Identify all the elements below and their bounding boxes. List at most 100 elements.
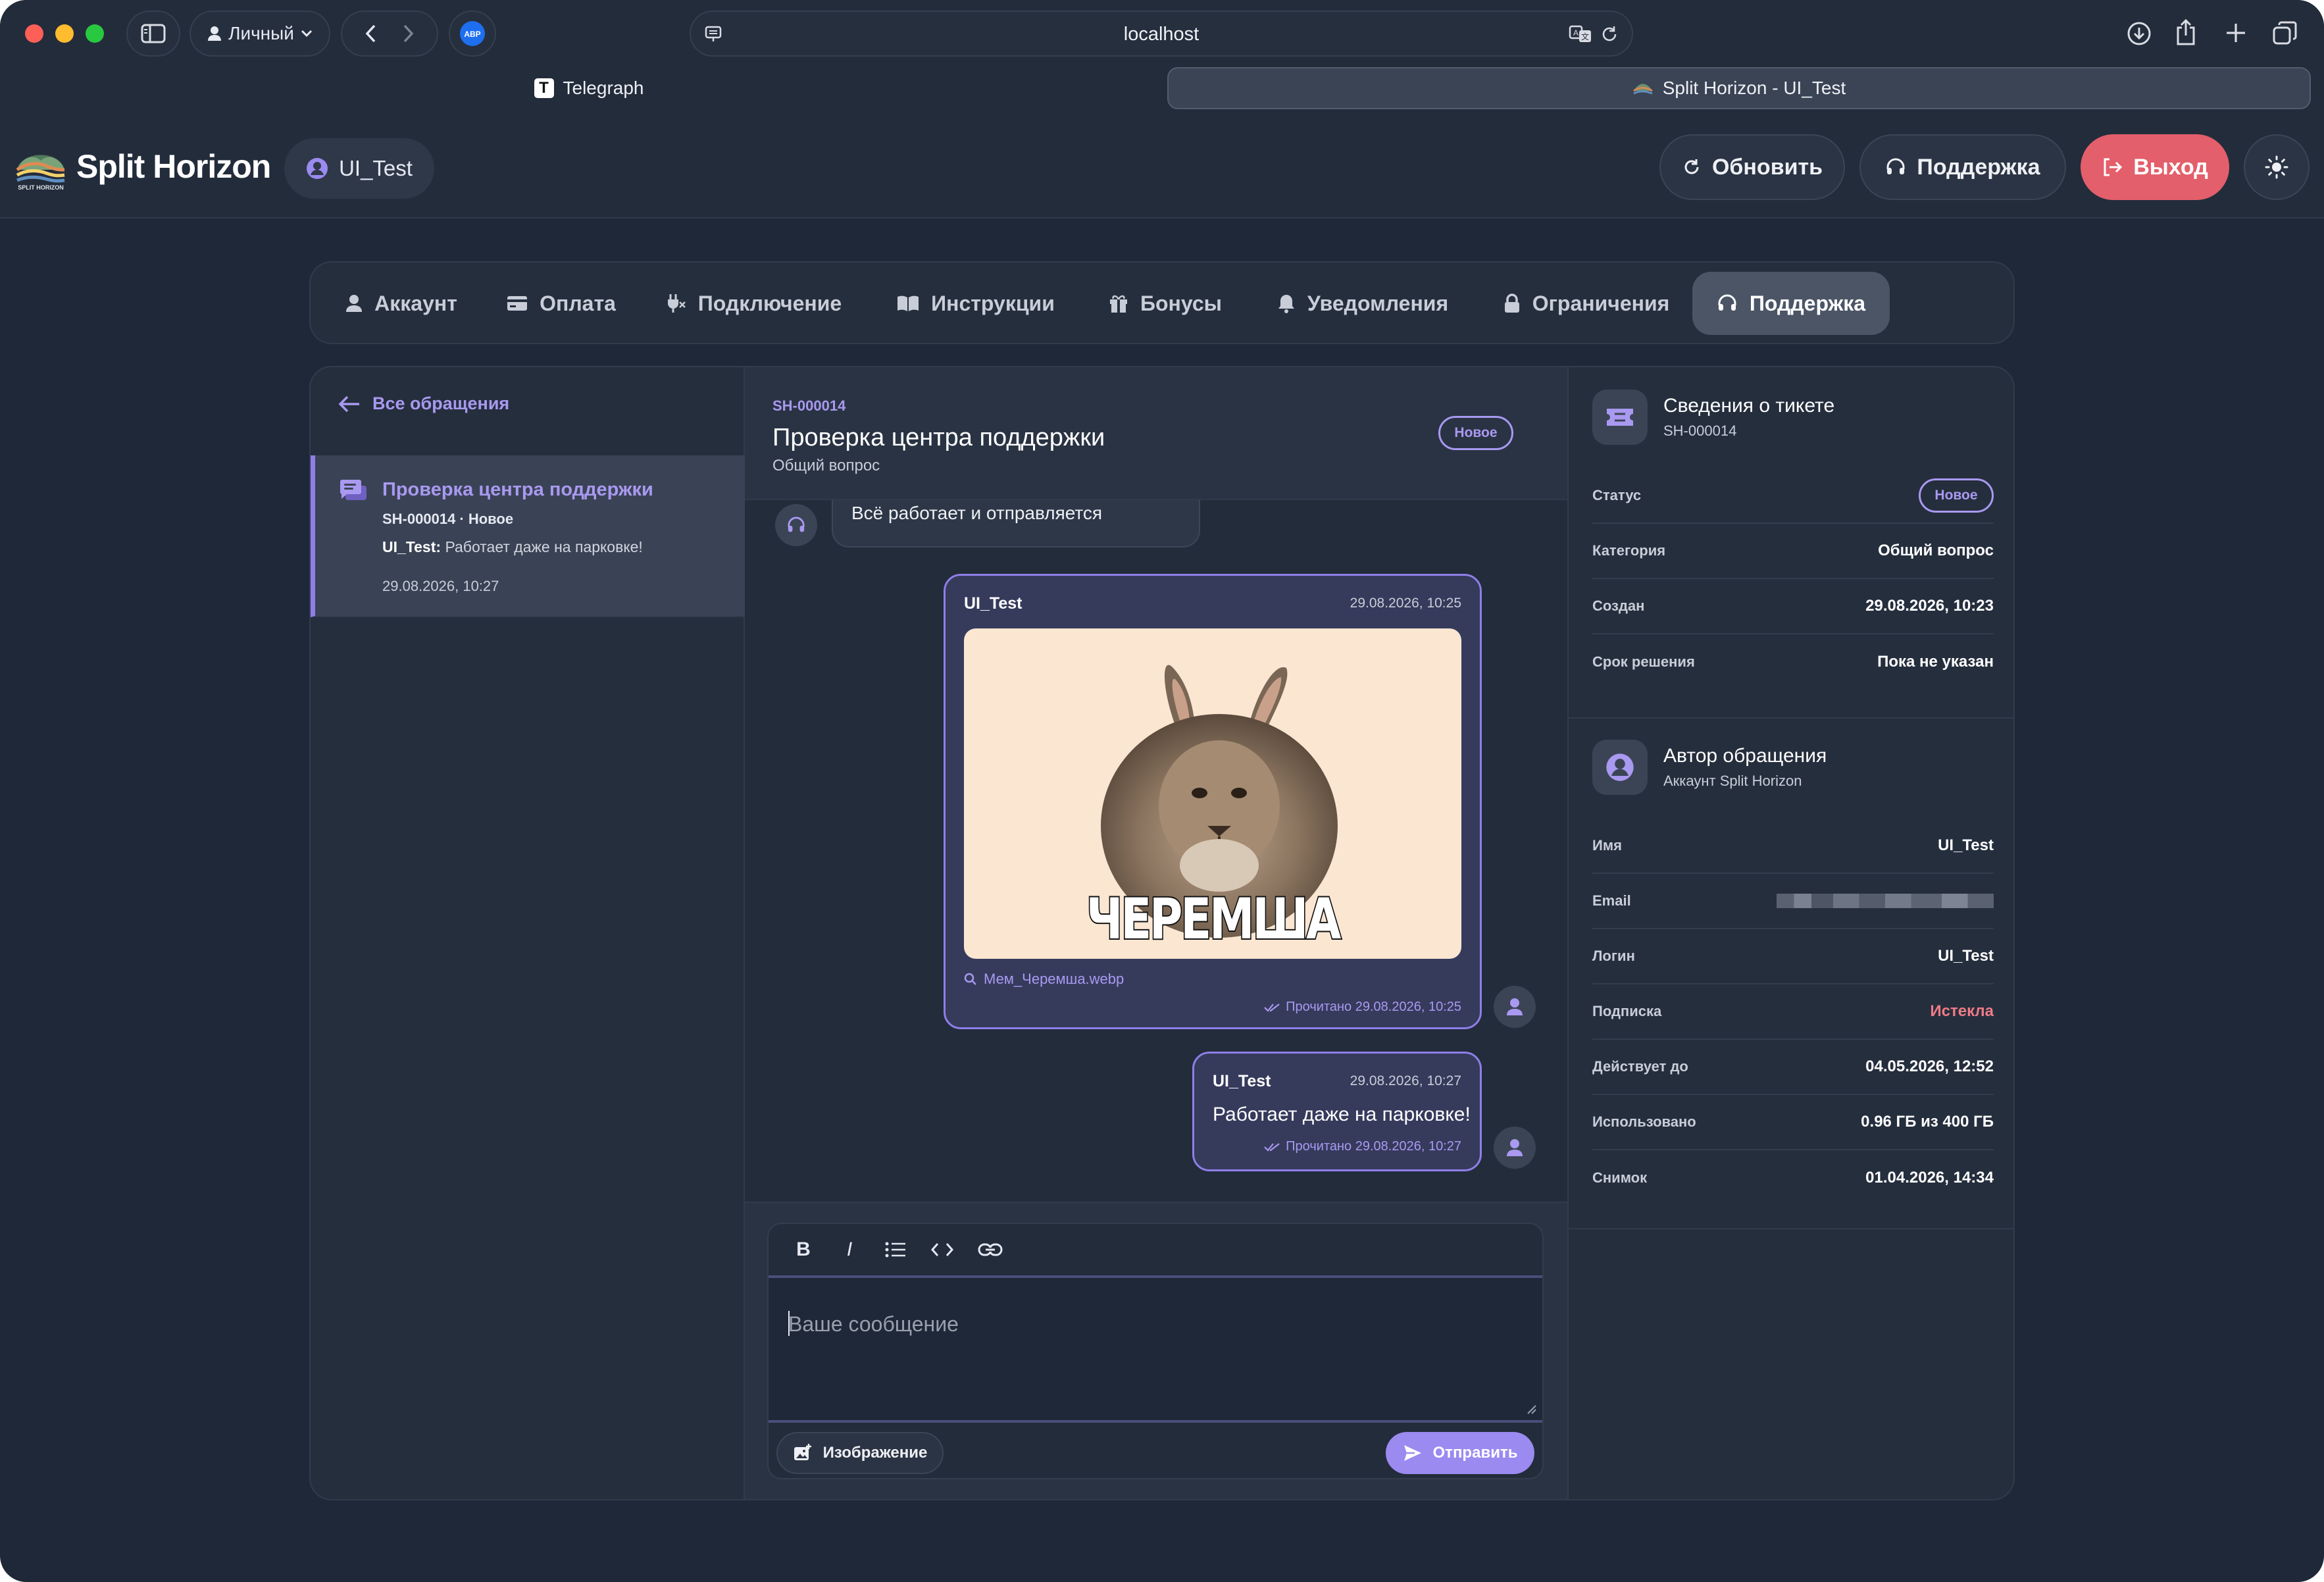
headset-icon bbox=[1718, 294, 1736, 311]
status-badge: Новое bbox=[1919, 478, 1994, 513]
tab-label: Бонусы bbox=[1140, 291, 1222, 315]
support-panel: Все обращения Проверка центра поддержки … bbox=[309, 366, 2015, 1500]
email-redacted bbox=[1777, 894, 1994, 908]
arrow-left-icon bbox=[338, 396, 359, 412]
tab-restrictions[interactable]: Ограничения bbox=[1496, 272, 1677, 335]
tab-label: Инструкции bbox=[931, 291, 1055, 315]
brand-logo[interactable]: SPLIT HORIZON bbox=[14, 141, 67, 191]
author-value: UI_Test bbox=[1938, 947, 1994, 965]
detail-key: Создан bbox=[1592, 598, 1645, 614]
author-value: 04.05.2026, 12:52 bbox=[1865, 1058, 1994, 1075]
adblock-extension-button[interactable]: ABP bbox=[449, 11, 496, 57]
user-icon bbox=[1507, 998, 1523, 1015]
profile-label: Личный bbox=[228, 23, 294, 43]
attach-image-label: Изображение bbox=[822, 1444, 928, 1462]
tab-support[interactable]: Поддержка bbox=[1692, 272, 1890, 335]
tab-instructions[interactable]: Инструкции bbox=[890, 272, 1062, 335]
chat-column: Всё работает и отправляется UI_Test 29.0… bbox=[745, 367, 1567, 1499]
italic-button[interactable]: I bbox=[838, 1238, 861, 1261]
attachment-file-link[interactable]: Мем_Черемша.webp bbox=[964, 971, 1124, 988]
logout-button[interactable]: Выход bbox=[2081, 134, 2229, 200]
forward-arrow-icon[interactable] bbox=[403, 24, 415, 43]
bold-button[interactable]: B bbox=[792, 1238, 815, 1261]
plug-icon bbox=[667, 294, 686, 313]
share-icon[interactable] bbox=[2175, 18, 2196, 46]
author-key: Подписка bbox=[1592, 1003, 1662, 1019]
tab-payment[interactable]: Оплата bbox=[505, 272, 617, 335]
list-icon[interactable] bbox=[884, 1240, 907, 1259]
user-badge[interactable]: UI_Test bbox=[284, 138, 434, 199]
send-button[interactable]: Отправить bbox=[1386, 1432, 1534, 1474]
browser-chrome: Личный ABP localhost A文 T Telegraph Spli… bbox=[0, 0, 2324, 115]
support-avatar bbox=[775, 504, 817, 546]
outgoing-message-text: UI_Test 29.08.2026, 10:27 Работает даже … bbox=[1192, 1052, 1482, 1171]
translate-icon[interactable]: A文 bbox=[1569, 24, 1594, 44]
refresh-button[interactable]: Обновить bbox=[1659, 134, 1845, 200]
tab-account[interactable]: Аккаунт bbox=[337, 272, 466, 335]
resize-grip-icon[interactable] bbox=[1524, 1402, 1537, 1415]
author-row: Имя UI_Test bbox=[1592, 819, 1994, 874]
address-bar[interactable]: localhost A文 bbox=[690, 11, 1633, 57]
book-icon bbox=[897, 295, 919, 311]
author-value: UI_Test bbox=[1938, 836, 1994, 854]
author-key: Имя bbox=[1592, 837, 1622, 854]
user-circle-icon bbox=[307, 158, 328, 179]
ticket-list-item[interactable]: Проверка центра поддержки SH-000014 · Но… bbox=[311, 455, 745, 617]
downloads-icon[interactable] bbox=[2127, 21, 2152, 46]
sun-icon bbox=[2265, 155, 2288, 179]
author-row: Действует до 04.05.2026, 12:52 bbox=[1592, 1040, 1994, 1095]
code-icon[interactable] bbox=[930, 1241, 954, 1258]
ticket-title: Проверка центра поддержки bbox=[382, 479, 653, 500]
lock-icon bbox=[1504, 293, 1519, 313]
minimize-window-button[interactable] bbox=[55, 24, 74, 43]
message-text: Работает даже на парковке! bbox=[1213, 1104, 1471, 1125]
read-receipt-text: Прочитано 29.08.2026, 10:27 bbox=[1286, 1139, 1461, 1154]
back-arrow-icon[interactable] bbox=[365, 24, 376, 43]
svg-text:ABP: ABP bbox=[464, 30, 480, 39]
ticket-last-message: UI_Test: Работает даже на парковке! bbox=[382, 538, 643, 556]
svg-text:A: A bbox=[1573, 28, 1579, 38]
tab-connection[interactable]: Подключение bbox=[658, 272, 849, 335]
link-icon[interactable] bbox=[978, 1242, 1003, 1258]
ticket-list-column: Все обращения Проверка центра поддержки … bbox=[311, 367, 745, 1499]
ticket-category: Общий вопрос bbox=[772, 457, 880, 474]
main-nav: Аккаунт Оплата Подключение Инструкции Бо… bbox=[309, 261, 2015, 344]
detail-key: Срок решения bbox=[1592, 653, 1695, 670]
zoom-icon bbox=[964, 973, 976, 985]
read-receipt-text: Прочитано 29.08.2026, 10:25 bbox=[1286, 1000, 1461, 1014]
attach-image-button[interactable]: Изображение bbox=[776, 1432, 944, 1474]
tab-bonuses[interactable]: Бонусы bbox=[1103, 272, 1228, 335]
ticket-id: SH-000014 bbox=[772, 397, 846, 414]
author-key: Email bbox=[1592, 892, 1631, 909]
ticket-title: Проверка центра поддержки bbox=[772, 424, 1105, 451]
meme-image[interactable]: ЧЕРЕМША bbox=[964, 628, 1461, 959]
support-button[interactable]: Поддержка bbox=[1859, 134, 2066, 200]
split-horizon-logo-icon: SPLIT HORIZON bbox=[16, 155, 65, 191]
tab-notifications[interactable]: Уведомления bbox=[1269, 272, 1457, 335]
close-window-button[interactable] bbox=[25, 24, 43, 43]
headset-icon bbox=[788, 517, 805, 532]
detail-value: Общий вопрос bbox=[1878, 542, 1994, 559]
new-tab-icon[interactable] bbox=[2225, 22, 2246, 43]
status-badge: Новое bbox=[1438, 416, 1513, 450]
tab-label: Уведомления bbox=[1307, 291, 1449, 315]
history-nav bbox=[341, 11, 438, 57]
sidebar-toggle-button[interactable] bbox=[126, 11, 180, 57]
tab-split-horizon[interactable]: Split Horizon - UI_Test bbox=[1167, 67, 2311, 109]
tab-overview-icon[interactable] bbox=[2273, 21, 2298, 46]
reload-icon[interactable] bbox=[1600, 25, 1619, 43]
all-tickets-link[interactable]: Все обращения bbox=[338, 394, 509, 414]
username-label: UI_Test bbox=[339, 156, 413, 180]
svg-text:SPLIT HORIZON: SPLIT HORIZON bbox=[18, 184, 64, 191]
brand-name[interactable]: Split Horizon bbox=[76, 147, 271, 186]
tab-telegraph[interactable]: T Telegraph bbox=[11, 67, 1167, 109]
theme-toggle-button[interactable] bbox=[2244, 134, 2310, 200]
maximize-window-button[interactable] bbox=[86, 24, 104, 43]
author-key: Логин bbox=[1592, 948, 1635, 964]
profile-button[interactable]: Личный bbox=[189, 11, 330, 57]
message-placeholder: Ваше сообщение bbox=[788, 1312, 959, 1336]
all-tickets-label: Все обращения bbox=[372, 394, 510, 413]
composer-area: B I Ваше сообщение Изображение Отправить bbox=[745, 1202, 1567, 1499]
message-input[interactable]: Ваше сообщение bbox=[769, 1278, 1542, 1423]
ticket-details-subtitle: SH-000014 bbox=[1663, 422, 1737, 439]
